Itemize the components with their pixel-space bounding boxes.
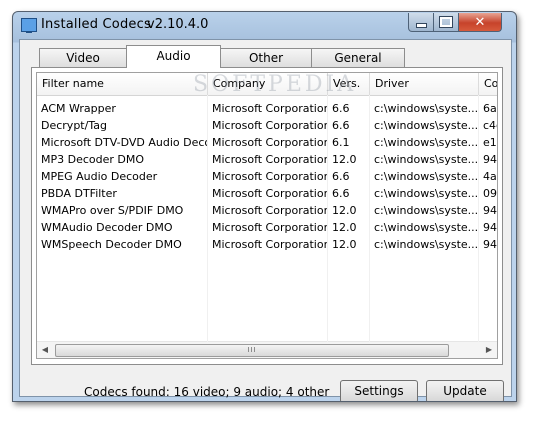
column-divider: [369, 95, 370, 342]
table-row[interactable]: WMAPro over S/PDIF DMO Microsoft Corporat…: [37, 202, 497, 219]
table-cell: MPEG Audio Decoder: [41, 170, 158, 183]
table-cell: 6.6: [332, 119, 350, 132]
table-cell: Microsoft DTV-DVD Audio Deco...: [41, 136, 208, 149]
tab-audio[interactable]: Audio: [126, 45, 221, 68]
table-cell: Microsoft Corporation: [212, 136, 328, 149]
table-row[interactable]: WMSpeech Decoder DMO Microsoft Corporatio…: [37, 236, 497, 253]
column-divider: [207, 95, 208, 342]
window-version: v2.10.4.0: [147, 17, 209, 32]
table-cell: c:\windows\syste...: [374, 119, 479, 132]
table-cell: Microsoft Corporation: [212, 153, 328, 166]
table-cell: Microsoft Corporation: [212, 170, 328, 183]
scroll-right-arrow-icon[interactable]: ▶: [481, 342, 497, 358]
column-header[interactable]: Company: [208, 73, 328, 95]
table-cell: Microsoft Corporation: [212, 102, 328, 115]
table-cell: MP3 Decoder DMO: [41, 153, 145, 166]
column-divider: [327, 95, 328, 342]
title-bar[interactable]: Installed Codecs v2.10.4.0 ✕: [13, 12, 516, 38]
minimize-icon: [415, 23, 427, 28]
maximize-button[interactable]: [433, 13, 459, 32]
table-row[interactable]: Microsoft DTV-DVD Audio Deco... Microsoft…: [37, 134, 497, 151]
table-cell: 6.1: [332, 136, 350, 149]
table-cell: 12.0: [332, 204, 357, 217]
codec-list[interactable]: Filter name Company Vers. Driver Co ACM Wrap…: [36, 72, 498, 359]
window-title: Installed Codecs: [41, 17, 151, 32]
table-cell: c:\windows\syste...: [374, 204, 479, 217]
table-cell: Microsoft Corporation: [212, 238, 328, 251]
table-cell: Microsoft Corporation: [212, 119, 328, 132]
horizontal-scrollbar[interactable]: ◀ III ▶: [37, 341, 497, 358]
table-cell: 942: [483, 204, 497, 217]
table-cell: Decrypt/Tag: [41, 119, 107, 132]
table-row[interactable]: PBDA DTFilter Microsoft Corporation 6.6 c:\…: [37, 185, 497, 202]
table-cell: 4a2: [483, 170, 497, 183]
scroll-left-arrow-icon[interactable]: ◀: [37, 342, 53, 358]
table-cell: c:\windows\syste...: [374, 238, 479, 251]
table-cell: Microsoft Corporation: [212, 204, 328, 217]
table-cell: c:\windows\syste...: [374, 221, 479, 234]
table-cell: 12.0: [332, 238, 357, 251]
column-header[interactable]: Co: [479, 73, 497, 95]
column-header[interactable]: Filter name: [37, 73, 208, 95]
codecs-found-status: Codecs found: 16 video; 9 audio; 4 other: [84, 385, 330, 399]
table-cell: 12.0: [332, 221, 357, 234]
table-cell: 12.0: [332, 153, 357, 166]
table-cell: 6a0: [483, 102, 497, 115]
table-cell: 091: [483, 187, 497, 200]
table-row[interactable]: MP3 Decoder DMO Microsoft Corporation 12.0…: [37, 151, 497, 168]
table-cell: 6.6: [332, 187, 350, 200]
minimize-button[interactable]: [408, 13, 434, 32]
scrollbar-grip: III: [247, 346, 257, 354]
table-cell: c:\windows\syste...: [374, 187, 479, 200]
table-cell: 6.6: [332, 170, 350, 183]
update-button[interactable]: Update: [426, 380, 504, 401]
list-header: Filter name Company Vers. Driver Co: [37, 73, 497, 96]
table-cell: c4c: [483, 119, 497, 132]
table-cell: 942: [483, 221, 497, 234]
tab-video[interactable]: Video: [39, 48, 127, 67]
table-cell: WMAudio Decoder DMO: [41, 221, 173, 234]
column-header[interactable]: Driver: [370, 73, 479, 95]
tab-general[interactable]: General: [311, 48, 405, 67]
settings-button[interactable]: Settings: [340, 380, 418, 401]
audio-tab-panel: Filter name Company Vers. Driver Co ACM Wrap…: [31, 67, 503, 365]
table-cell: Microsoft Corporation: [212, 187, 328, 200]
table-cell: c:\windows\syste...: [374, 102, 479, 115]
scrollbar-thumb[interactable]: III: [55, 344, 449, 357]
table-cell: 942: [483, 238, 497, 251]
column-header[interactable]: Vers.: [328, 73, 370, 95]
table-cell: ACM Wrapper: [41, 102, 116, 115]
table-cell: 942: [483, 153, 497, 166]
close-button[interactable]: ✕: [458, 13, 502, 32]
table-cell: Microsoft Corporation: [212, 221, 328, 234]
table-row[interactable]: ACM Wrapper Microsoft Corporation 6.6 c:\wi…: [37, 100, 497, 117]
table-cell: WMSpeech Decoder DMO: [41, 238, 182, 251]
table-row[interactable]: Decrypt/Tag Microsoft Corporation 6.6 c:\wi…: [37, 117, 497, 134]
table-row[interactable]: WMAudio Decoder DMO Microsoft Corporation…: [37, 219, 497, 236]
main-window: Installed Codecs v2.10.4.0 ✕ Video Audio O…: [12, 11, 517, 402]
column-divider: [478, 95, 479, 342]
table-row[interactable]: MPEG Audio Decoder Microsoft Corporation 6…: [37, 168, 497, 185]
table-cell: PBDA DTFilter: [41, 187, 117, 200]
table-cell: c:\windows\syste...: [374, 170, 479, 183]
table-cell: 6.6: [332, 102, 350, 115]
maximize-icon: [439, 16, 453, 28]
table-cell: e1f: [483, 136, 497, 149]
close-icon: ✕: [474, 14, 486, 30]
app-monitor-icon: [21, 18, 37, 33]
client-area: Video Audio Other General Filter name Compan…: [19, 39, 512, 401]
tab-other[interactable]: Other: [219, 48, 313, 67]
table-cell: c:\windows\syste...: [374, 153, 479, 166]
table-cell: c:\windows\syste...: [374, 136, 479, 149]
table-cell: WMAPro over S/PDIF DMO: [41, 204, 184, 217]
